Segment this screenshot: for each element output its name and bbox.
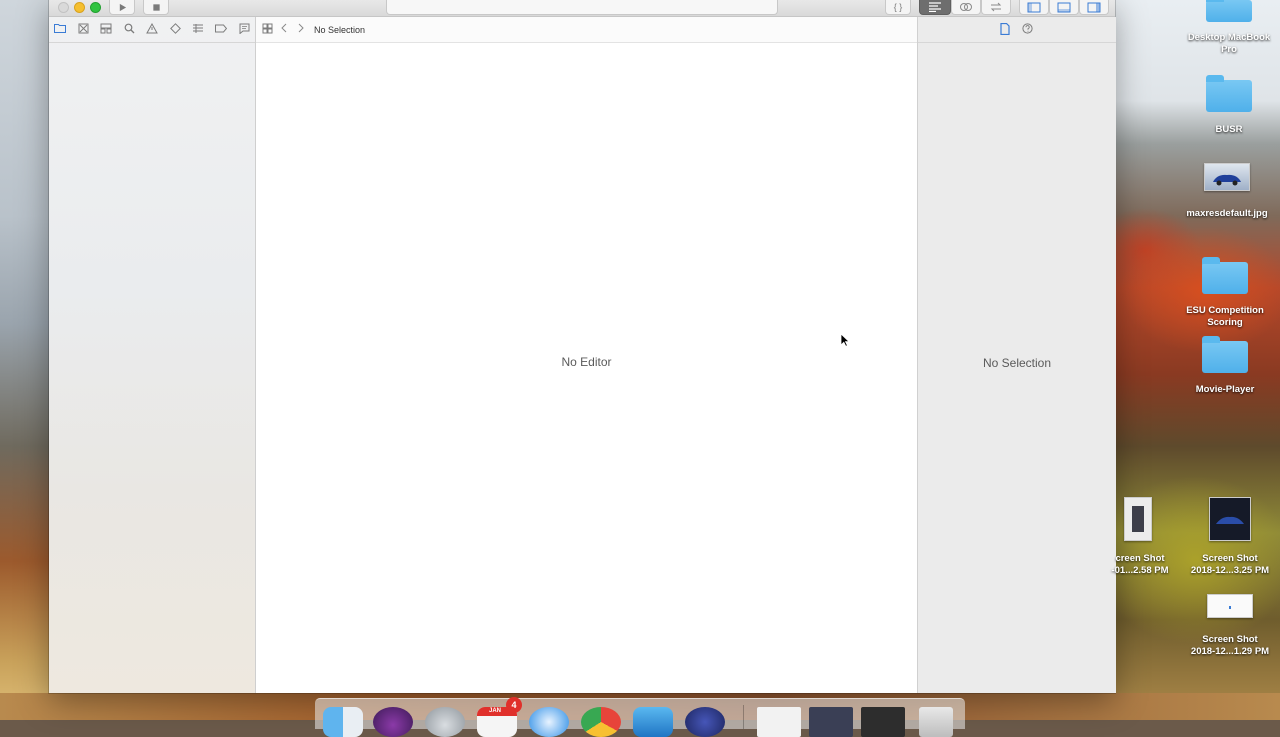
test-icon[interactable] (168, 23, 182, 37)
desktop-item-label: Screen Shot 2018-12...1.29 PM (1180, 634, 1280, 658)
recent-screenshot-icon[interactable] (809, 707, 853, 737)
file-inspector-icon[interactable] (998, 22, 1012, 39)
breakpoint-icon[interactable] (214, 23, 228, 37)
calendar-month: JAN (489, 708, 502, 714)
play-icon (119, 3, 126, 11)
desktop-folder-movie-player[interactable]: Movie-Player (1175, 336, 1275, 396)
finder-icon[interactable] (323, 707, 363, 737)
desktop-item-label: Desktop MacBook Pro (1187, 32, 1271, 55)
recent-document-icon[interactable] (757, 707, 801, 737)
search-icon[interactable] (122, 23, 136, 37)
app-store-icon[interactable] (685, 707, 725, 737)
debug-icon[interactable] (191, 23, 205, 37)
desktop-item-label: maxresdefault.jpg (1186, 208, 1268, 219)
debug-area-toggle-button[interactable] (1049, 0, 1079, 15)
assistant-editor-icon (960, 3, 972, 11)
jump-bar: No Selection (256, 17, 917, 43)
navigator-selector-bar (49, 17, 255, 43)
screenshot-thumbnail-icon (1207, 594, 1253, 618)
window-toolbar: { } (49, 0, 1115, 17)
screenshot-thumbnail-icon (1124, 497, 1152, 541)
folder-icon (1206, 0, 1252, 22)
desktop-item-label: BUSR (1215, 124, 1243, 135)
folder-icon (1202, 257, 1248, 294)
calendar-badge: 4 (506, 697, 522, 713)
report-icon[interactable] (237, 23, 251, 37)
folder-icon[interactable] (53, 23, 67, 37)
inspector-selector-bar (918, 17, 1116, 43)
xcode-icon[interactable] (633, 707, 673, 737)
desktop-item-label: creen Shot -01...2.58 PM (1100, 553, 1180, 577)
close-window-button[interactable] (58, 2, 69, 13)
utilities-toggle-icon (1087, 2, 1101, 12)
trash-icon[interactable] (919, 707, 953, 737)
label-line-2: 2018-12...1.29 PM (1190, 646, 1270, 657)
label-line-2: -01...2.58 PM (1111, 565, 1169, 576)
label-line-1: Screen Shot (1202, 634, 1258, 645)
mouse-cursor-icon (840, 333, 850, 347)
editor-area[interactable]: No Selection No Editor (256, 17, 917, 693)
dock-divider (743, 705, 744, 729)
desktop-screenshot-1[interactable]: creen Shot -01...2.58 PM (1100, 497, 1180, 577)
label-line-2: 2018-12...3.25 PM (1190, 565, 1270, 576)
desktop-screenshot-3[interactable]: Screen Shot 2018-12...1.29 PM (1180, 594, 1280, 658)
label-line-1: creen Shot (1115, 553, 1165, 564)
desktop-item-label: Screen Shot 2018-12...3.25 PM (1180, 553, 1280, 577)
utilities-toggle-button[interactable] (1079, 0, 1109, 15)
image-thumbnail-icon (1204, 163, 1250, 191)
symbol-icon[interactable] (99, 23, 113, 37)
navigator-toggle-icon (1027, 2, 1041, 12)
no-selection-placeholder: No Selection (982, 356, 1052, 370)
safari-icon[interactable] (529, 707, 569, 737)
quick-help-icon[interactable] (1020, 23, 1034, 38)
chrome-icon[interactable] (581, 707, 621, 737)
desktop-item-label: Movie-Player (1195, 384, 1255, 395)
run-button[interactable] (109, 0, 135, 15)
desktop-folder-esu-competition[interactable]: ESU Competition Scoring (1175, 257, 1275, 329)
launchpad-icon[interactable] (425, 707, 465, 737)
standard-editor-icon (929, 2, 941, 12)
minimized-window-icon[interactable] (861, 707, 905, 737)
code-review-button[interactable]: { } (885, 0, 911, 15)
minimize-window-button[interactable] (74, 2, 85, 13)
desktop-item-label: ESU Competition Scoring (1186, 305, 1264, 328)
warning-icon[interactable] (145, 22, 159, 37)
screenshot-thumbnail-icon (1209, 497, 1251, 541)
siri-icon[interactable] (373, 707, 413, 737)
back-chevron-icon[interactable] (277, 23, 291, 37)
navigator-toggle-button[interactable] (1019, 0, 1049, 15)
related-items-icon[interactable] (260, 23, 274, 38)
zoom-window-button[interactable] (90, 2, 101, 13)
xcode-window: { } No Selection No Editor No Selection (49, 0, 1116, 693)
folder-icon (1202, 336, 1248, 373)
desktop-folder-macbook-pro[interactable]: Desktop MacBook Pro (1179, 0, 1279, 56)
stop-icon (152, 3, 160, 11)
standard-editor-button[interactable] (919, 0, 951, 15)
jump-bar-title[interactable]: No Selection (314, 25, 365, 35)
navigator-pane (49, 17, 256, 693)
desktop-file-maxresdefault[interactable]: maxresdefault.jpg (1177, 163, 1277, 220)
version-editor-button[interactable] (981, 0, 1011, 15)
forward-chevron-icon[interactable] (294, 23, 308, 37)
desktop-folder-busr[interactable]: BUSR (1179, 75, 1279, 136)
debug-area-toggle-icon (1057, 2, 1071, 12)
dock: JAN 4 (315, 697, 965, 737)
braces-icon: { } (893, 2, 903, 12)
folder-icon (1206, 75, 1252, 112)
version-editor-icon (990, 2, 1002, 12)
assistant-editor-button[interactable] (951, 0, 981, 15)
inspector-pane: No Selection (917, 17, 1116, 693)
no-editor-placeholder: No Editor (561, 355, 612, 369)
wallpaper-left (0, 0, 50, 720)
activity-viewer (386, 0, 778, 15)
label-line-1: Screen Shot (1202, 553, 1258, 564)
desktop-screenshot-2[interactable]: Screen Shot 2018-12...3.25 PM (1180, 497, 1280, 577)
stop-button[interactable] (143, 0, 169, 15)
source-control-icon[interactable] (76, 23, 90, 37)
